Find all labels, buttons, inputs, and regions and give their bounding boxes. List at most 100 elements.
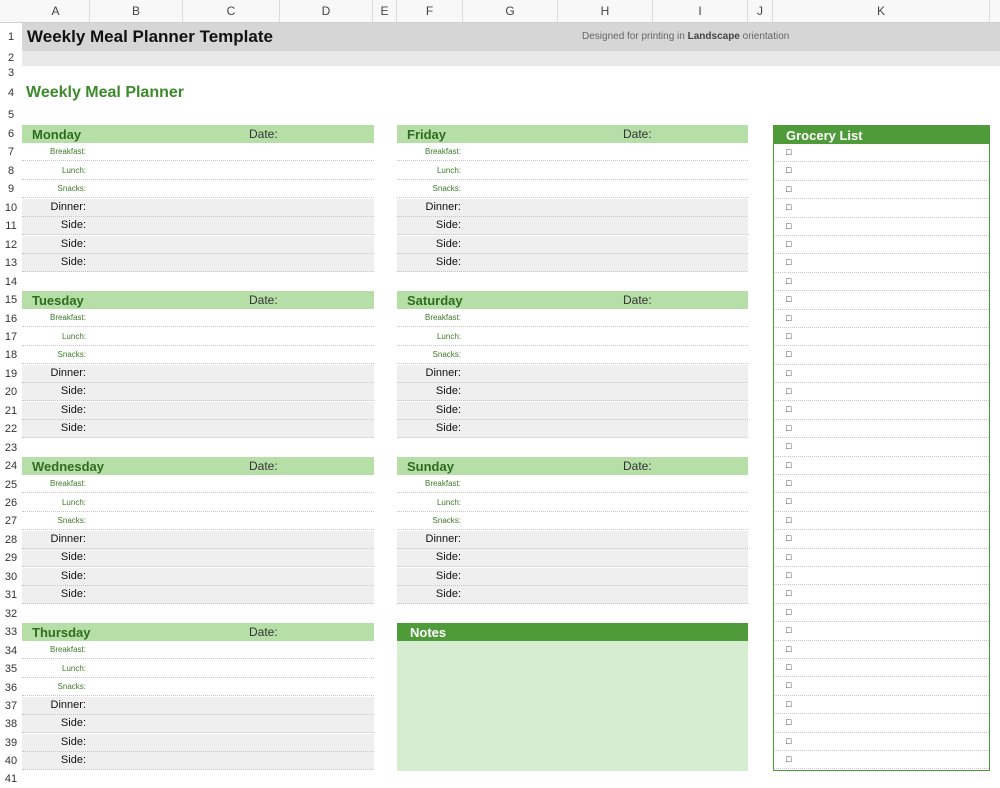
meal-row[interactable]: Breakfast: bbox=[22, 475, 374, 494]
meal-row[interactable]: Side: bbox=[397, 586, 748, 605]
row-number[interactable]: 22 bbox=[0, 420, 22, 438]
checkbox-icon[interactable]: □ bbox=[786, 662, 791, 672]
row-number[interactable]: 16 bbox=[0, 310, 22, 328]
row-number[interactable]: 32 bbox=[0, 605, 22, 623]
meal-row[interactable]: Dinner: bbox=[22, 530, 374, 549]
row-number[interactable]: 12 bbox=[0, 236, 22, 254]
meal-row[interactable]: Lunch: bbox=[22, 660, 374, 678]
grocery-item[interactable]: □ bbox=[774, 328, 989, 347]
row-number[interactable]: 11 bbox=[0, 217, 22, 235]
row-number[interactable]: 20 bbox=[0, 383, 22, 401]
checkbox-icon[interactable]: □ bbox=[786, 496, 791, 506]
checkbox-icon[interactable]: □ bbox=[786, 736, 791, 746]
grocery-item[interactable]: □ bbox=[774, 585, 989, 604]
row-number[interactable]: 25 bbox=[0, 476, 22, 494]
meal-row[interactable]: Side: bbox=[397, 217, 748, 236]
row-number[interactable]: 8 bbox=[0, 162, 22, 180]
meal-row[interactable]: Dinner: bbox=[22, 198, 374, 217]
checkbox-icon[interactable]: □ bbox=[786, 386, 791, 396]
row-number[interactable]: 35 bbox=[0, 660, 22, 678]
meal-row[interactable]: Side: bbox=[397, 235, 748, 254]
checkbox-icon[interactable]: □ bbox=[786, 754, 791, 764]
grocery-item[interactable]: □ bbox=[774, 365, 989, 384]
meal-row[interactable]: Side: bbox=[22, 733, 374, 752]
meal-row[interactable]: Lunch: bbox=[397, 494, 748, 512]
row-number[interactable]: 30 bbox=[0, 568, 22, 586]
grocery-item[interactable]: □ bbox=[774, 751, 989, 770]
row-number[interactable]: 9 bbox=[0, 180, 22, 198]
row-number[interactable]: 29 bbox=[0, 549, 22, 567]
grocery-item[interactable]: □ bbox=[774, 549, 989, 567]
meal-row[interactable]: Breakfast: bbox=[397, 309, 748, 328]
row-number[interactable]: 5 bbox=[0, 106, 22, 125]
checkbox-icon[interactable]: □ bbox=[786, 368, 791, 378]
meal-row[interactable]: Side: bbox=[22, 567, 374, 586]
meal-row[interactable]: Side: bbox=[22, 401, 374, 420]
grocery-item[interactable]: □ bbox=[774, 383, 989, 402]
meal-row[interactable]: Side: bbox=[22, 420, 374, 439]
grocery-item[interactable]: □ bbox=[774, 273, 989, 292]
grocery-item[interactable]: □ bbox=[774, 346, 989, 365]
checkbox-icon[interactable]: □ bbox=[786, 257, 791, 267]
row-number[interactable]: 17 bbox=[0, 328, 22, 346]
meal-row[interactable]: Lunch: bbox=[397, 328, 748, 346]
grocery-item[interactable]: □ bbox=[774, 475, 989, 494]
checkbox-icon[interactable]: □ bbox=[786, 239, 791, 249]
meal-row[interactable]: Side: bbox=[22, 254, 374, 273]
meal-row[interactable]: Side: bbox=[22, 586, 374, 605]
meal-row[interactable]: Snacks: bbox=[22, 346, 374, 365]
checkbox-icon[interactable]: □ bbox=[786, 294, 791, 304]
meal-row[interactable]: Breakfast: bbox=[22, 143, 374, 162]
column-header-k[interactable]: K bbox=[773, 0, 990, 22]
grocery-item[interactable]: □ bbox=[774, 457, 989, 476]
column-header-j[interactable]: J bbox=[748, 0, 773, 22]
grocery-item[interactable]: □ bbox=[774, 604, 989, 623]
checkbox-icon[interactable]: □ bbox=[786, 588, 791, 598]
grocery-item[interactable]: □ bbox=[774, 567, 989, 586]
row-number[interactable]: 19 bbox=[0, 365, 22, 383]
checkbox-icon[interactable]: □ bbox=[786, 331, 791, 341]
checkbox-icon[interactable]: □ bbox=[786, 607, 791, 617]
row-number[interactable]: 2 bbox=[0, 51, 22, 66]
meal-row[interactable]: Side: bbox=[22, 235, 374, 254]
row-number[interactable]: 1 bbox=[0, 23, 22, 51]
meal-row[interactable]: Breakfast: bbox=[397, 143, 748, 162]
row-number[interactable]: 26 bbox=[0, 494, 22, 512]
row-number[interactable]: 37 bbox=[0, 697, 22, 715]
meal-row[interactable]: Snacks: bbox=[22, 678, 374, 697]
grocery-item[interactable]: □ bbox=[774, 162, 989, 181]
row-number[interactable]: 21 bbox=[0, 402, 22, 420]
grocery-item[interactable]: □ bbox=[774, 420, 989, 439]
meal-row[interactable]: Lunch: bbox=[22, 162, 374, 180]
column-header-i[interactable]: I bbox=[653, 0, 748, 22]
meal-row[interactable]: Side: bbox=[397, 254, 748, 273]
meal-row[interactable]: Lunch: bbox=[22, 328, 374, 346]
checkbox-icon[interactable]: □ bbox=[786, 221, 791, 231]
row-number[interactable]: 39 bbox=[0, 734, 22, 752]
checkbox-icon[interactable]: □ bbox=[786, 533, 791, 543]
grocery-item[interactable]: □ bbox=[774, 181, 989, 200]
row-number[interactable]: 27 bbox=[0, 512, 22, 530]
grocery-item[interactable]: □ bbox=[774, 218, 989, 236]
checkbox-icon[interactable]: □ bbox=[786, 276, 791, 286]
checkbox-icon[interactable]: □ bbox=[786, 147, 791, 157]
row-number[interactable]: 6 bbox=[0, 125, 22, 143]
checkbox-icon[interactable]: □ bbox=[786, 644, 791, 654]
meal-row[interactable]: Snacks: bbox=[397, 512, 748, 531]
checkbox-icon[interactable]: □ bbox=[786, 680, 791, 690]
row-number[interactable]: 36 bbox=[0, 679, 22, 697]
meal-row[interactable]: Side: bbox=[22, 715, 374, 734]
row-number[interactable]: 41 bbox=[0, 771, 22, 788]
meal-row[interactable]: Side: bbox=[22, 217, 374, 236]
row-number[interactable]: 38 bbox=[0, 715, 22, 733]
grocery-item[interactable]: □ bbox=[774, 659, 989, 678]
column-header-e[interactable]: E bbox=[373, 0, 397, 22]
column-header-b[interactable]: B bbox=[90, 0, 183, 22]
meal-row[interactable]: Snacks: bbox=[397, 180, 748, 199]
grocery-item[interactable]: □ bbox=[774, 622, 989, 641]
checkbox-icon[interactable]: □ bbox=[786, 515, 791, 525]
meal-row[interactable]: Snacks: bbox=[22, 512, 374, 531]
checkbox-icon[interactable]: □ bbox=[786, 570, 791, 580]
grocery-item[interactable]: □ bbox=[774, 254, 989, 273]
meal-row[interactable]: Lunch: bbox=[22, 494, 374, 512]
